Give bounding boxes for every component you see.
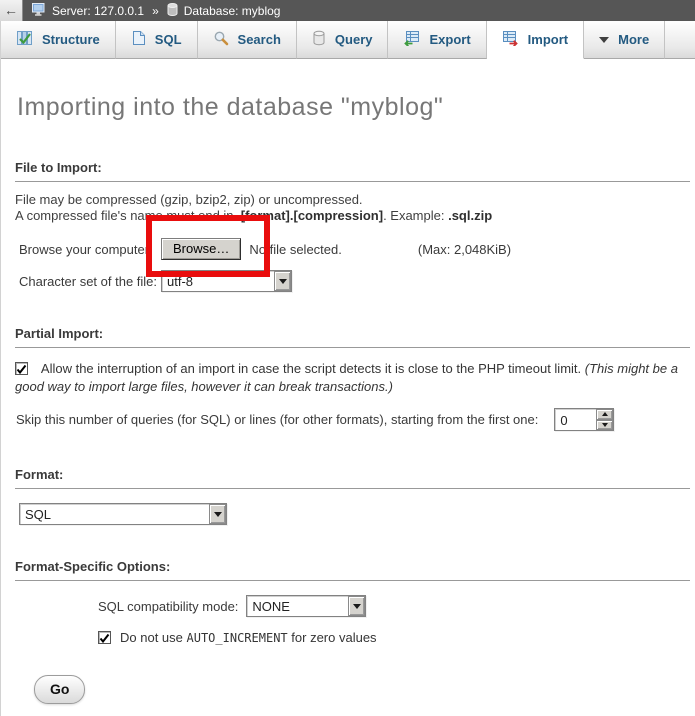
tab-label: Import bbox=[528, 32, 568, 47]
go-button[interactable]: Go bbox=[34, 675, 85, 704]
charset-row: Character set of the file: utf-8 bbox=[19, 270, 681, 292]
browse-label: Browse your computer: bbox=[19, 242, 161, 257]
auto-increment-code: AUTO_INCREMENT bbox=[187, 631, 288, 645]
checkmark-icon bbox=[99, 633, 110, 644]
file-help-text: File may be compressed (gzip, bzip2, zip… bbox=[15, 192, 681, 224]
sql-compatibility-label: SQL compatibility mode: bbox=[98, 599, 238, 614]
auto-increment-checkbox[interactable] bbox=[98, 631, 111, 644]
tab-label: Query bbox=[335, 32, 373, 47]
tab-export[interactable]: Export bbox=[388, 21, 486, 59]
auto-increment-suffix: for zero values bbox=[291, 630, 376, 645]
format-selected-value: SQL bbox=[20, 504, 209, 524]
tab-more[interactable]: More bbox=[584, 21, 665, 59]
import-page: Importing into the database "myblog" Fil… bbox=[1, 93, 695, 704]
breadcrumb-server[interactable]: Server: 127.0.0.1 bbox=[52, 4, 144, 18]
tab-import[interactable]: Import bbox=[487, 21, 584, 59]
skip-queries-input[interactable]: 0 bbox=[554, 408, 614, 431]
browse-button[interactable]: Browse… bbox=[161, 238, 241, 260]
format-select[interactable]: SQL bbox=[19, 503, 227, 525]
tab-sql[interactable]: SQL bbox=[116, 21, 198, 59]
no-file-selected-text: No file selected. bbox=[249, 242, 342, 257]
export-icon bbox=[403, 30, 420, 49]
search-icon bbox=[213, 30, 229, 49]
file-help-line1: File may be compressed (gzip, bzip2, zip… bbox=[15, 192, 363, 207]
sql-compatibility-arrow[interactable] bbox=[348, 596, 365, 616]
tab-query[interactable]: Query bbox=[297, 21, 389, 59]
tab-bar-filler bbox=[665, 21, 695, 59]
import-icon bbox=[502, 30, 519, 49]
section-heading-file-to-import: File to Import: bbox=[15, 160, 690, 182]
section-heading-format-specific: Format-Specific Options: bbox=[15, 559, 690, 581]
sql-compatibility-value: NONE bbox=[247, 596, 348, 616]
dropdown-arrow-icon bbox=[279, 279, 287, 284]
sql-compatibility-select[interactable]: NONE bbox=[246, 595, 366, 617]
file-example: .sql.zip bbox=[448, 208, 492, 223]
spinner-up-icon bbox=[602, 412, 608, 416]
breadcrumb-separator: » bbox=[152, 4, 159, 18]
auto-increment-prefix: Do not use bbox=[120, 630, 183, 645]
tab-structure[interactable]: Structure bbox=[1, 21, 116, 59]
dropdown-arrow-icon bbox=[214, 512, 222, 517]
charset-selected-value: utf-8 bbox=[162, 271, 274, 291]
auto-increment-label: Do not use AUTO_INCREMENT for zero value… bbox=[120, 630, 377, 645]
back-button[interactable]: ← bbox=[0, 0, 23, 21]
tab-label: Export bbox=[429, 32, 470, 47]
spinner-down-icon bbox=[602, 423, 608, 427]
section-heading-partial-import: Partial Import: bbox=[15, 326, 690, 348]
format-row: SQL bbox=[15, 503, 681, 525]
page-title: Importing into the database "myblog" bbox=[17, 93, 681, 122]
spinner-down-button[interactable] bbox=[596, 420, 613, 431]
breadcrumb-database[interactable]: Database: myblog bbox=[184, 4, 281, 18]
skip-queries-value: 0 bbox=[555, 409, 596, 430]
tab-label: Structure bbox=[42, 32, 100, 47]
tab-label: SQL bbox=[155, 32, 182, 47]
section-heading-format: Format: bbox=[15, 467, 690, 489]
charset-label: Character set of the file: bbox=[19, 274, 161, 289]
allow-interruption-checkbox[interactable] bbox=[15, 362, 28, 375]
tab-bar: Structure SQL Search bbox=[1, 21, 695, 59]
tab-label: More bbox=[618, 32, 649, 47]
query-icon bbox=[312, 30, 326, 49]
dropdown-arrow-icon bbox=[353, 604, 361, 609]
spinner-up-button[interactable] bbox=[596, 409, 613, 420]
skip-queries-spinner bbox=[596, 409, 613, 430]
checkmark-icon bbox=[16, 364, 27, 375]
format-specific-block: SQL compatibility mode: NONE Do not use … bbox=[98, 595, 681, 645]
skip-queries-label: Skip this number of queries (for SQL) or… bbox=[16, 412, 538, 427]
tab-label: Search bbox=[238, 32, 281, 47]
chevron-down-icon bbox=[599, 37, 609, 43]
structure-icon bbox=[16, 30, 33, 49]
tab-search[interactable]: Search bbox=[198, 21, 297, 59]
charset-select[interactable]: utf-8 bbox=[161, 270, 292, 292]
breadcrumb: Server: 127.0.0.1 » Database: myblog bbox=[32, 3, 280, 19]
sql-icon bbox=[131, 30, 146, 49]
max-size-note: (Max: 2,048KiB) bbox=[418, 242, 511, 257]
file-help-line2-prefix: A compressed file's name must end in bbox=[15, 208, 237, 223]
charset-select-arrow[interactable] bbox=[274, 271, 291, 291]
sql-compatibility-row: SQL compatibility mode: NONE bbox=[98, 595, 681, 617]
database-icon bbox=[167, 3, 178, 19]
allow-interruption-row: Allow the interruption of an import in c… bbox=[15, 360, 681, 395]
breadcrumb-bar: ← Server: 127.0.0.1 » Database: myblog bbox=[0, 0, 695, 21]
file-help-line2-mid: . Example: bbox=[383, 208, 448, 223]
skip-queries-row: Skip this number of queries (for SQL) or… bbox=[16, 408, 681, 431]
server-icon bbox=[32, 3, 46, 19]
main-area: Structure SQL Search bbox=[0, 21, 695, 716]
auto-increment-row: Do not use AUTO_INCREMENT for zero value… bbox=[98, 630, 681, 645]
format-select-arrow[interactable] bbox=[209, 504, 226, 524]
allow-interruption-label: Allow the interruption of an import in c… bbox=[41, 361, 585, 376]
browse-row: Browse your computer: Browse… No file se… bbox=[19, 238, 681, 260]
file-format-pattern: .[format].[compression] bbox=[237, 208, 383, 223]
